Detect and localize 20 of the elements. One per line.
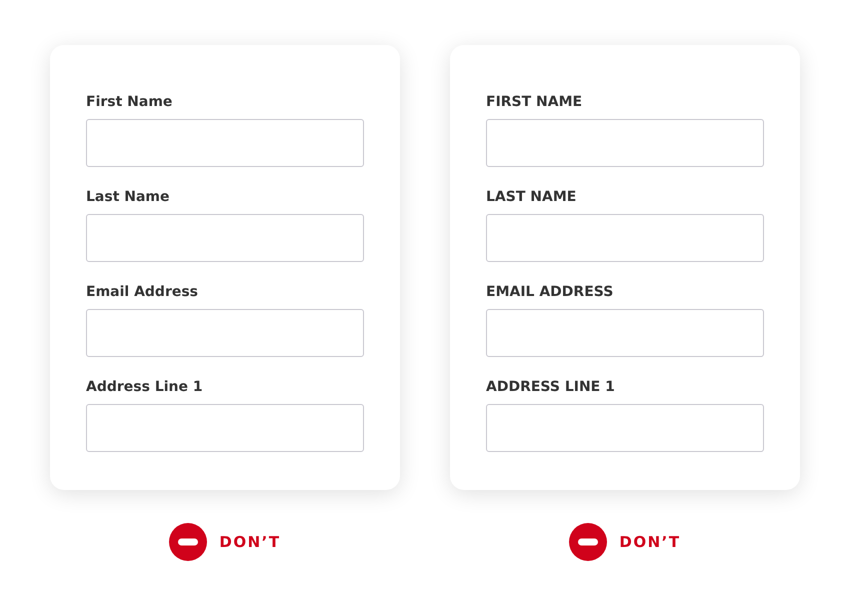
verdict-label: DON’T	[219, 532, 281, 553]
input-field[interactable]	[86, 404, 364, 452]
field-label: Email Address	[86, 283, 198, 302]
field-label: FIRST NAME	[486, 93, 582, 112]
no-entry-icon	[169, 523, 208, 561]
field-label: ADDRESS LINE 1	[486, 378, 615, 397]
field-label: Last Name	[86, 188, 170, 207]
input-field[interactable]	[86, 119, 364, 167]
field-label: Address Line 1	[86, 378, 203, 397]
input-field[interactable]	[486, 119, 764, 167]
field-label: First Name	[86, 93, 172, 112]
field-label: EMAIL ADDRESS	[486, 283, 614, 302]
verdict-label: DON’T	[619, 532, 681, 553]
input-field[interactable]	[86, 309, 364, 357]
field-label: LAST NAME	[486, 188, 576, 207]
input-field[interactable]	[86, 214, 364, 262]
input-field[interactable]	[486, 309, 764, 357]
input-field[interactable]	[486, 214, 764, 262]
no-entry-icon	[569, 523, 608, 561]
input-field[interactable]	[486, 404, 764, 452]
